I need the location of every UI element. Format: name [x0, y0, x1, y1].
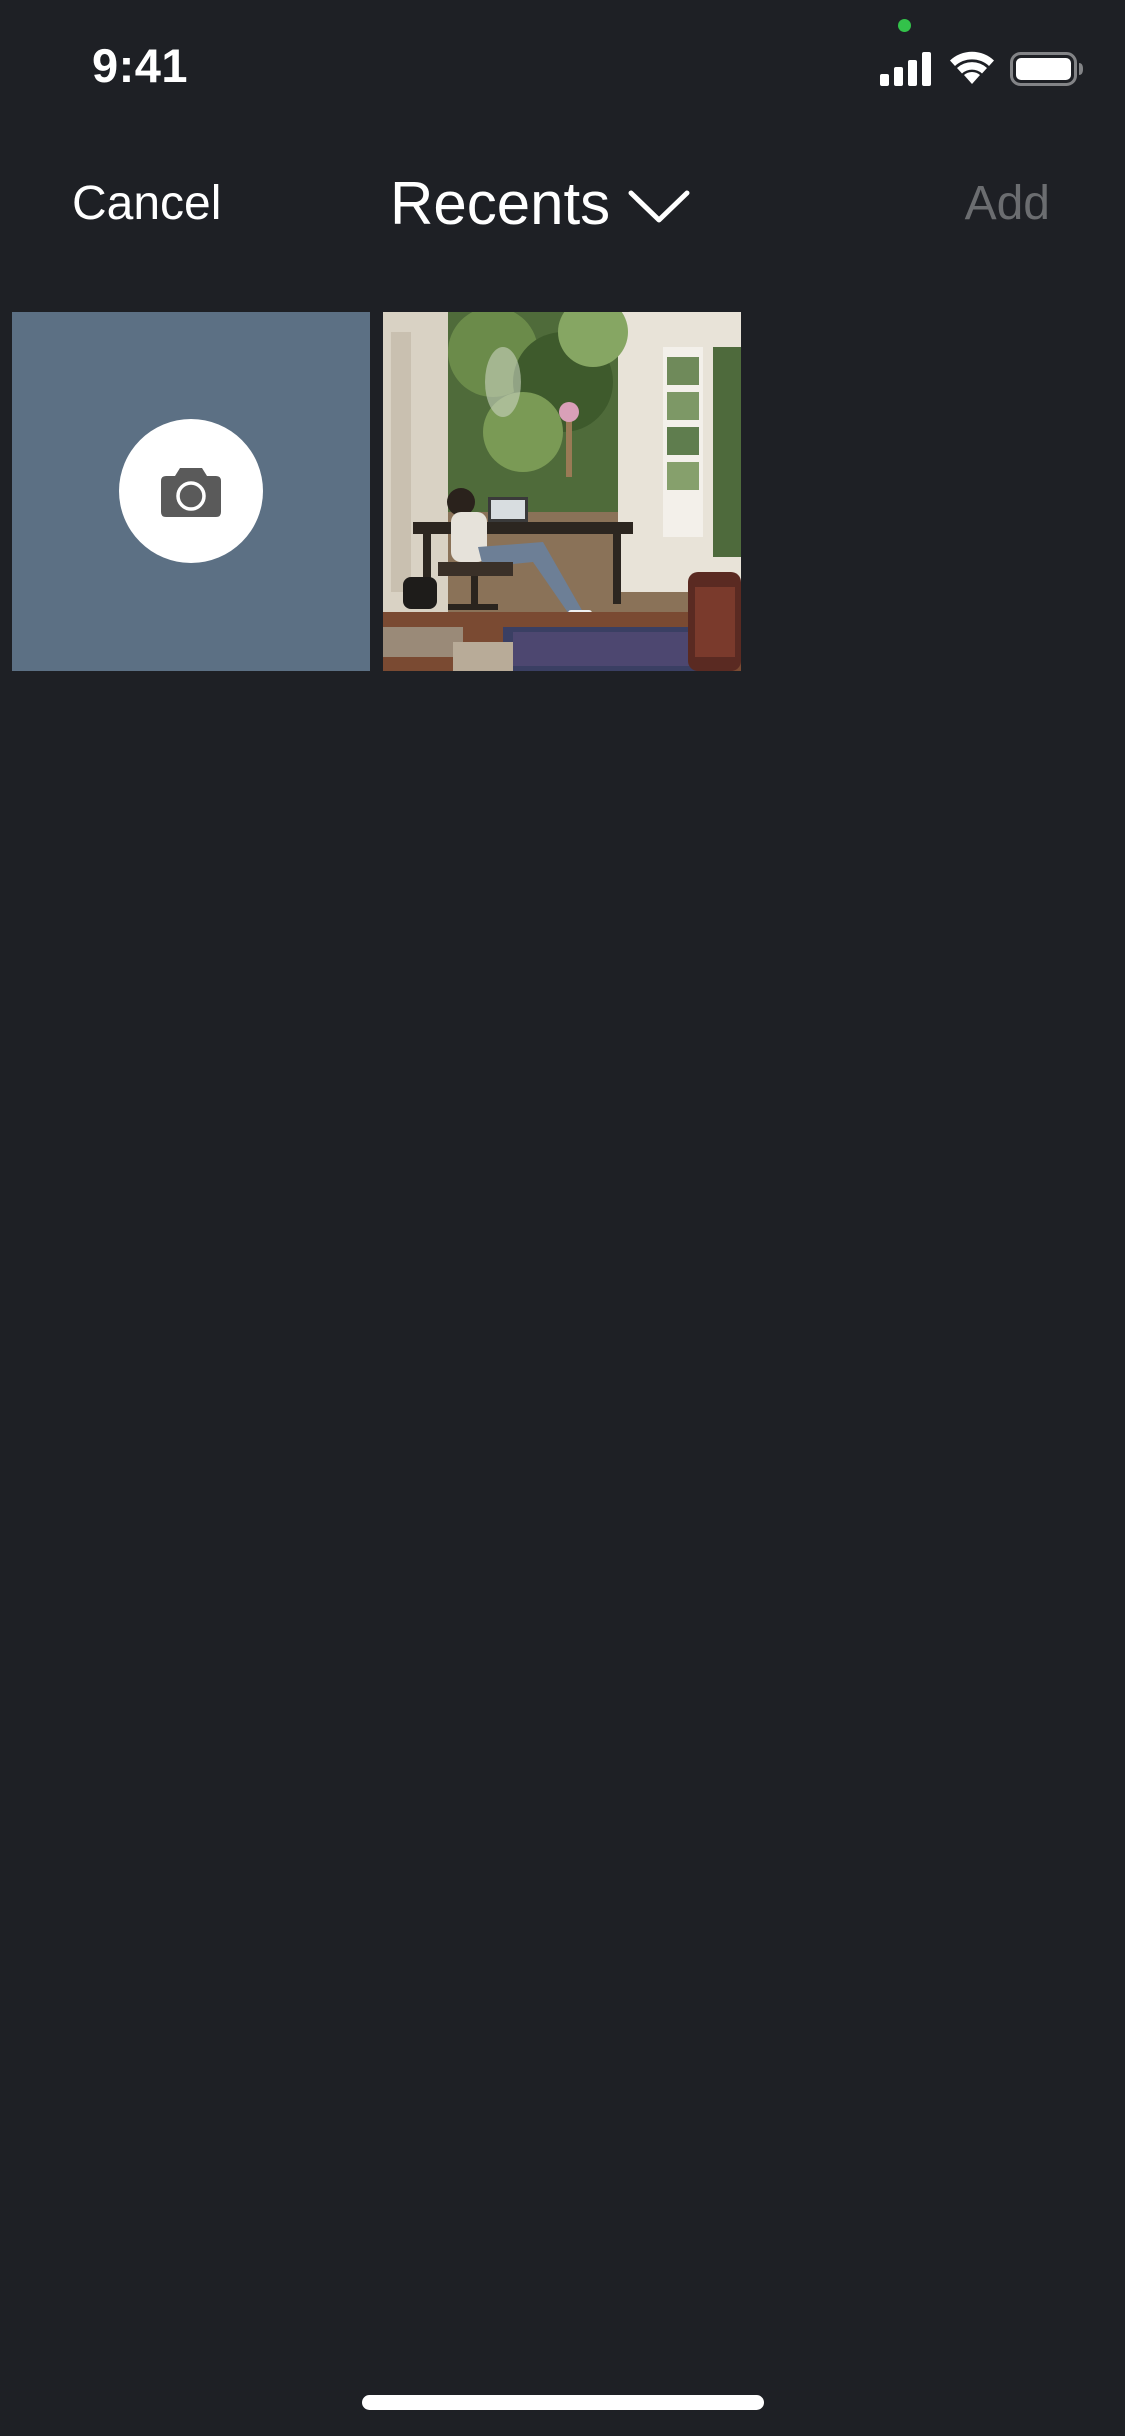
nav-bar: Cancel Recents Add [0, 150, 1125, 260]
cellular-signal-icon [880, 52, 931, 86]
battery-icon [1010, 52, 1083, 86]
camera-button[interactable] [119, 419, 263, 563]
wifi-icon [950, 51, 994, 84]
photo-grid [12, 312, 741, 671]
status-bar: 9:41 [0, 0, 1125, 130]
photo-image [383, 312, 741, 671]
photo-thumbnail[interactable] [383, 312, 741, 671]
album-title: Recents [390, 169, 611, 237]
cancel-button[interactable]: Cancel [72, 176, 221, 231]
chevron-down-icon [628, 190, 690, 223]
status-time: 9:41 [92, 39, 189, 92]
home-indicator[interactable] [362, 2395, 764, 2410]
camera-tile[interactable] [12, 312, 370, 671]
camera-icon [161, 468, 221, 517]
privacy-indicator-dot [898, 19, 911, 32]
add-button[interactable]: Add [965, 176, 1050, 231]
album-picker[interactable]: Recents [390, 168, 690, 238]
